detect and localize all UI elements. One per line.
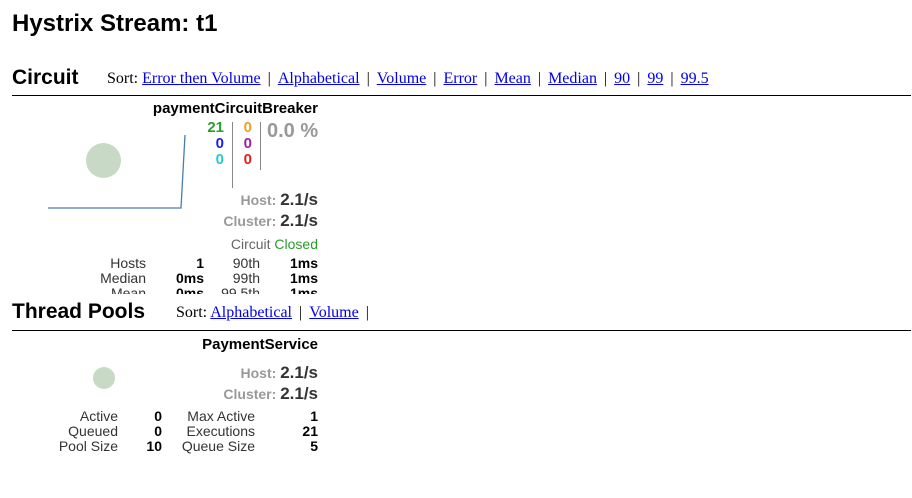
cluster-label: Cluster: (223, 386, 277, 402)
stats-row: Active 0 Max Active 1 (12, 409, 322, 424)
threadpool-monitor[interactable]: PaymentService Host: 2.1/s Cluster: 2.1/… (12, 331, 322, 461)
host-label: Host: (240, 192, 277, 208)
count-timeout: 0 (243, 119, 252, 136)
stat-label: Pool Size (58, 438, 118, 454)
host-rate: 2.1/s (280, 363, 318, 382)
stat-value-2: 1ms (289, 270, 318, 286)
circuit-monitor[interactable]: paymentCircuitBreaker 21 0 0 0 0 0 0.0 %… (12, 96, 322, 294)
stat-label-2: 99.5th (221, 285, 260, 295)
stat-value: 0ms (175, 270, 204, 286)
threadpool-sort-bar: Sort: Alphabetical | Volume | (176, 304, 376, 322)
count-failure: 0 (243, 151, 252, 168)
circuit-label: Circuit (230, 236, 271, 252)
cluster-label: Cluster: (223, 213, 277, 229)
health-circle (93, 367, 115, 389)
sort-separator: | (366, 70, 370, 87)
sort-label: Sort: (107, 70, 139, 87)
circuit-status: Closed (274, 236, 318, 252)
circuit-sort-link-90[interactable]: 90 (614, 70, 630, 87)
host-label: Host: (240, 365, 277, 381)
count-success: 21 (207, 119, 224, 136)
stat-label: Queued (68, 423, 118, 439)
counts-left: 21 0 0 (198, 120, 224, 168)
circuit-sort-link-error[interactable]: Error (443, 70, 477, 87)
tp-host-rate-line: Host: 2.1/s (241, 363, 318, 383)
count-bad-request: 0 (215, 151, 224, 168)
count-short-circuited: 0 (215, 135, 224, 152)
stat-label-2: Executions (186, 423, 255, 439)
sort-separator: | (484, 70, 488, 87)
stat-label: Median (100, 270, 146, 286)
sort-separator: | (670, 70, 674, 87)
circuit-status-line: Circuit Closed (231, 236, 318, 252)
stat-value-2: 1ms (289, 256, 318, 271)
stat-value: 0 (154, 423, 162, 439)
circuit-sort-link-alphabetical[interactable]: Alphabetical (278, 70, 360, 87)
sort-label: Sort: (176, 304, 208, 321)
counts-right: 0 0 0 (238, 120, 252, 168)
error-percentage: 0.0 % (267, 120, 319, 142)
sort-separator: | (267, 70, 271, 87)
stat-value-2: 5 (310, 438, 318, 454)
sort-separator: | (603, 70, 608, 87)
tp-cluster-rate-line: Cluster: 2.1/s (223, 384, 318, 404)
stats-row: Mean 0ms 99.5th 1ms (12, 285, 322, 295)
cluster-rate: 2.1/s (280, 211, 318, 230)
stat-label: Active (79, 408, 118, 424)
stat-value-2: 1 (310, 408, 318, 424)
circuit-stats: Hosts 1 90th 1ms Median 0ms 99th 1ms Mean 0ms 99.5… (12, 256, 322, 294)
sort-separator: | (299, 304, 303, 321)
count-rejected: 0 (243, 135, 252, 152)
stat-value: 10 (146, 438, 162, 454)
stats-row: Pool Size 10 Queue Size 5 (12, 439, 322, 454)
threadpool-stats: Active 0 Max Active 1 Queued 0 Executions 21 Poo… (12, 409, 322, 454)
stat-label-2: 90th (232, 256, 260, 271)
stats-row: Median 0ms 99th 1ms (12, 271, 322, 286)
stat-label-2: Queue Size (181, 438, 255, 454)
sort-separator: | (637, 70, 641, 87)
stat-label-2: Max Active (187, 408, 255, 424)
stat-value: 1 (196, 256, 204, 271)
circuit-name: paymentCircuitBreaker (152, 100, 318, 117)
stats-row: Queued 0 Executions 21 (12, 424, 322, 439)
circuit-sort-link-median[interactable]: Median (548, 70, 597, 87)
threadpool-name: PaymentService (202, 336, 318, 353)
circuit-sort-link-99[interactable]: 99 (647, 70, 663, 87)
stat-label-2: 99th (232, 270, 260, 286)
threadpool-section-title: Thread Pools (12, 300, 146, 323)
cluster-rate: 2.1/s (280, 384, 318, 403)
counts-divider-right (260, 122, 261, 170)
counts-divider-left (232, 122, 233, 188)
stat-value: 0ms (175, 285, 204, 295)
circuit-sort-bar: Sort: Error then Volume | Alphabetical | Vol… (107, 70, 709, 88)
host-rate-line: Host: 2.1/s (241, 190, 318, 210)
stat-value-2: 1ms (289, 285, 318, 295)
circuit-sort-link-99-5[interactable]: 99.5 (681, 70, 709, 87)
rate-sparkline (48, 134, 186, 209)
stat-value: 0 (154, 408, 162, 424)
threadpool-sort-link-alphabetical[interactable]: Alphabetical (210, 304, 292, 321)
cluster-rate-line: Cluster: 2.1/s (223, 211, 318, 231)
host-rate: 2.1/s (280, 190, 318, 209)
threadpool-sort-link-volume[interactable]: Volume (309, 304, 358, 321)
circuit-section-title: Circuit (12, 66, 79, 89)
stat-label: Hosts (110, 256, 146, 271)
sort-separator: | (365, 304, 369, 321)
sort-separator: | (537, 70, 542, 87)
stat-label: Mean (110, 285, 146, 295)
stats-row: Hosts 1 90th 1ms (12, 256, 322, 271)
sort-separator: | (433, 70, 437, 87)
stat-value-2: 21 (302, 423, 318, 439)
circuit-sort-link-volume[interactable]: Volume (377, 70, 426, 87)
circuit-sort-link-mean[interactable]: Mean (494, 70, 530, 87)
circuit-sort-link-error-then-volume[interactable]: Error then Volume (142, 70, 261, 87)
page-title: Hystrix Stream: t1 (12, 10, 218, 37)
